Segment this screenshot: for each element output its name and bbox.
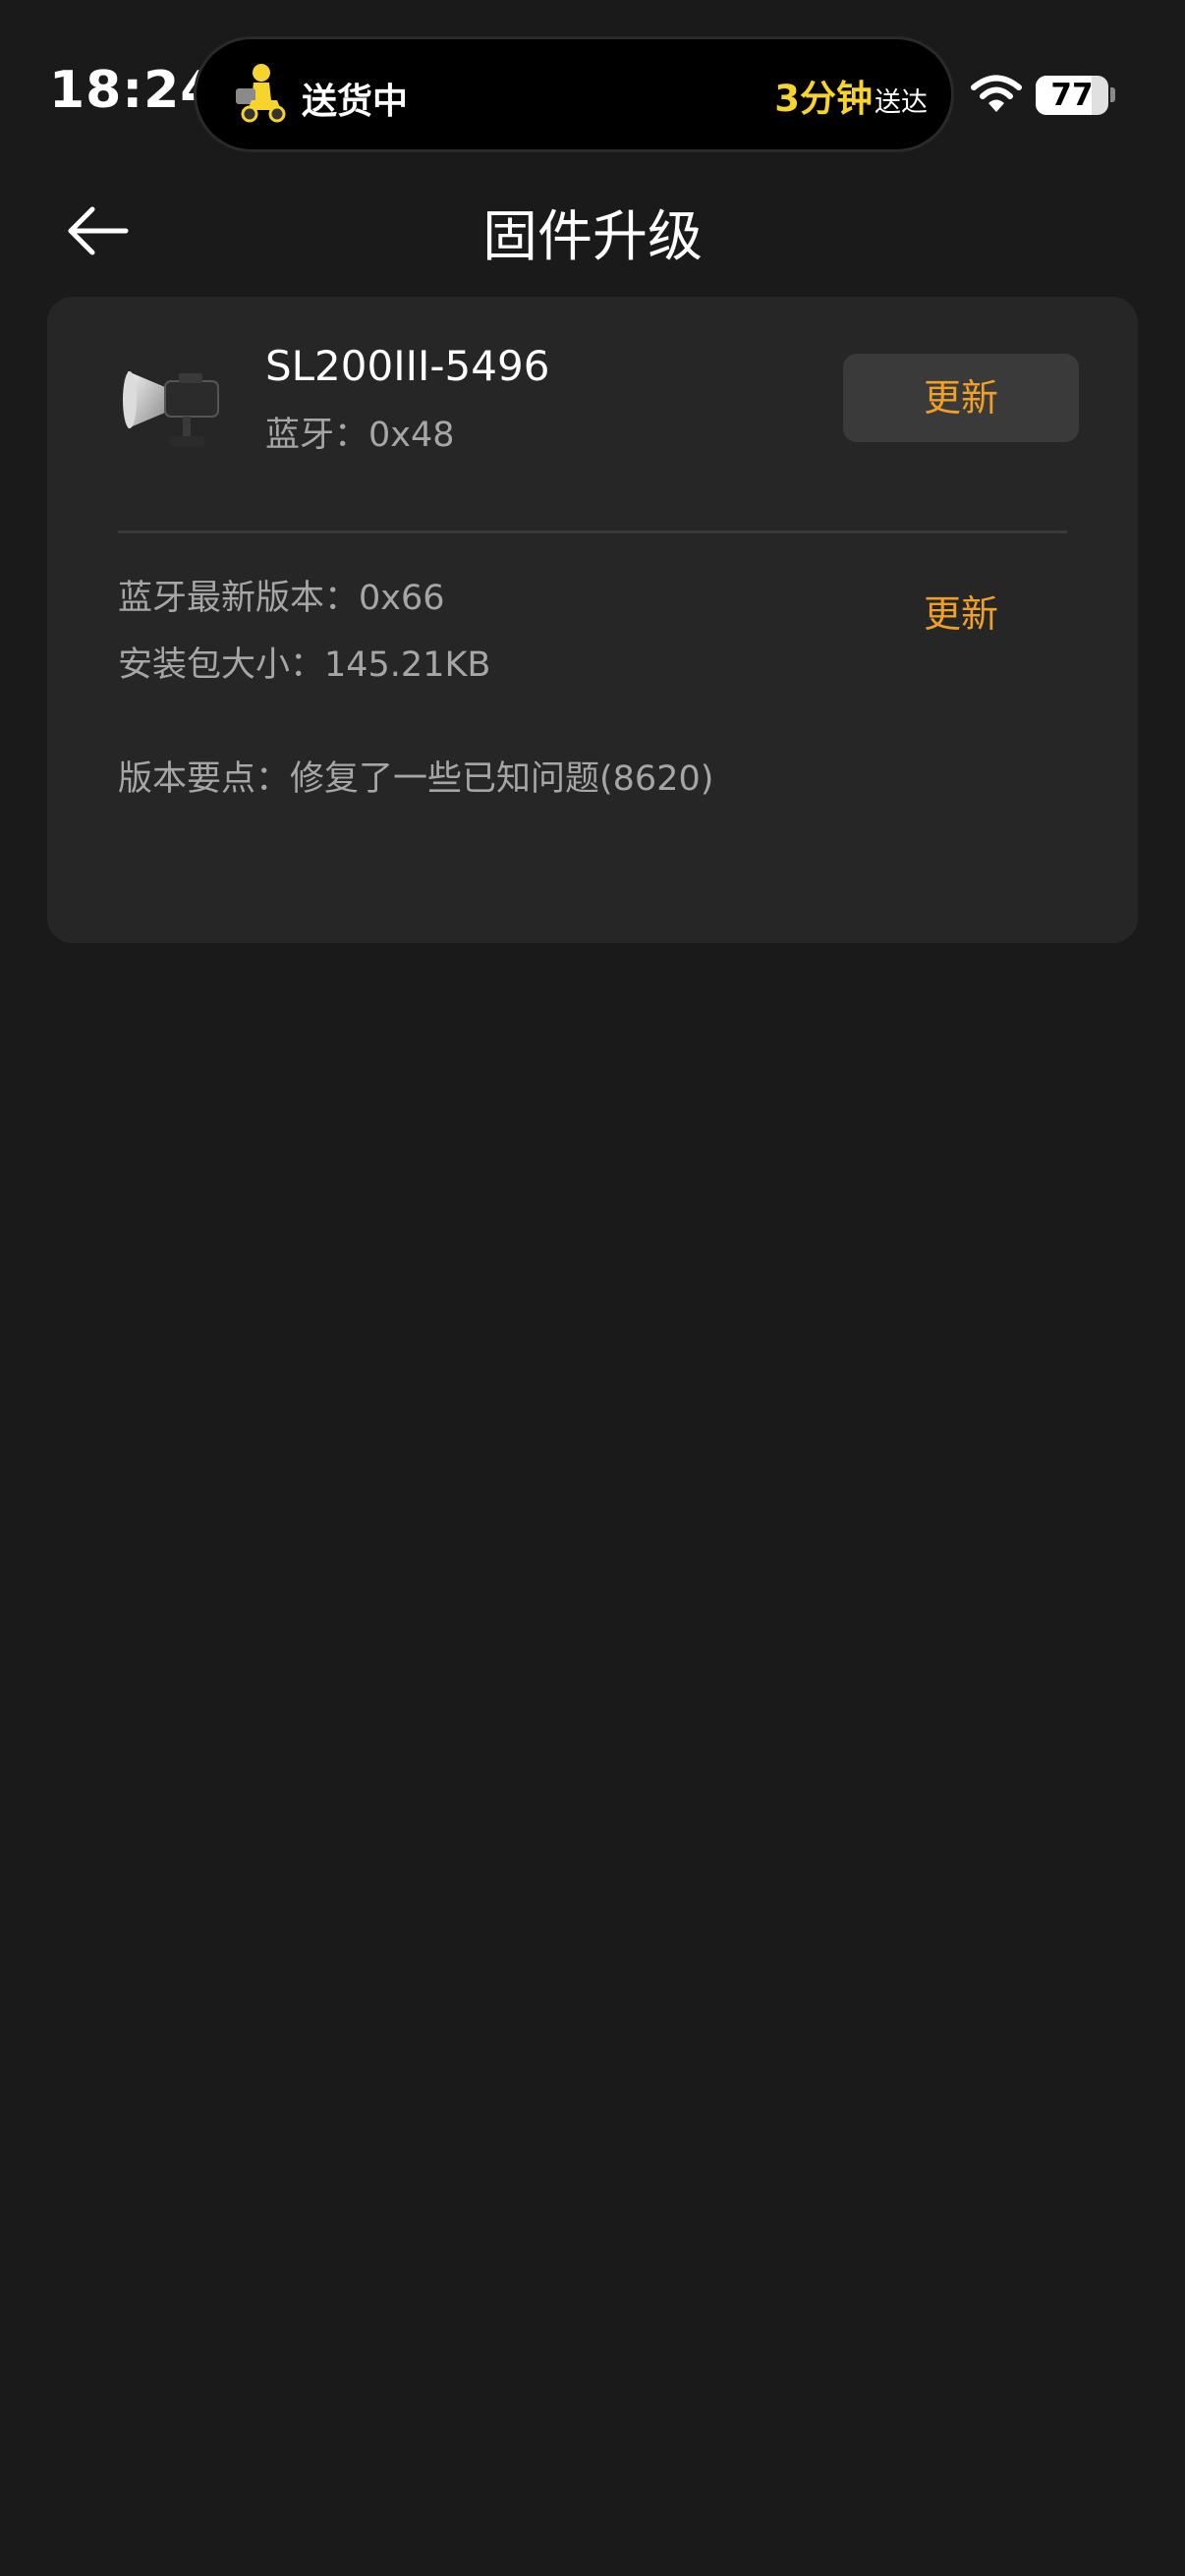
device-update-button[interactable]: 更新: [843, 354, 1079, 442]
delivery-courier-icon: [236, 64, 286, 123]
delivery-eta-suffix: 送达: [875, 87, 928, 118]
package-size-label: 安装包大小：145.21KB: [118, 645, 491, 685]
device-bluetooth-version: 蓝牙：0x48: [265, 416, 455, 455]
device-name: SL200III-5496: [265, 342, 550, 390]
delivery-eta: 3分钟送达: [774, 69, 928, 122]
delivery-status: 送货中: [302, 82, 409, 122]
divider: [118, 531, 1067, 533]
battery-cap: [1110, 87, 1115, 102]
firmware-card: SL200III-5496 蓝牙：0x48 更新 蓝牙最新版本：0x66 安装包…: [47, 297, 1138, 943]
battery-indicator: 77: [1036, 76, 1108, 115]
latest-version-label: 蓝牙最新版本：0x66: [118, 579, 445, 618]
release-notes: 版本要点：修复了一些已知问题(8620): [118, 759, 714, 799]
wifi-icon: [971, 75, 1022, 112]
page-title: 固件升级: [482, 205, 703, 269]
firmware-update-button[interactable]: 更新: [843, 584, 1079, 638]
battery-level: 77: [1050, 78, 1094, 113]
status-time: 18:24: [49, 61, 217, 120]
studio-light-icon: [123, 371, 219, 446]
dynamic-island-delivery[interactable]: 送货中 3分钟送达: [197, 39, 951, 149]
delivery-eta-minutes: 3分钟: [774, 78, 873, 120]
